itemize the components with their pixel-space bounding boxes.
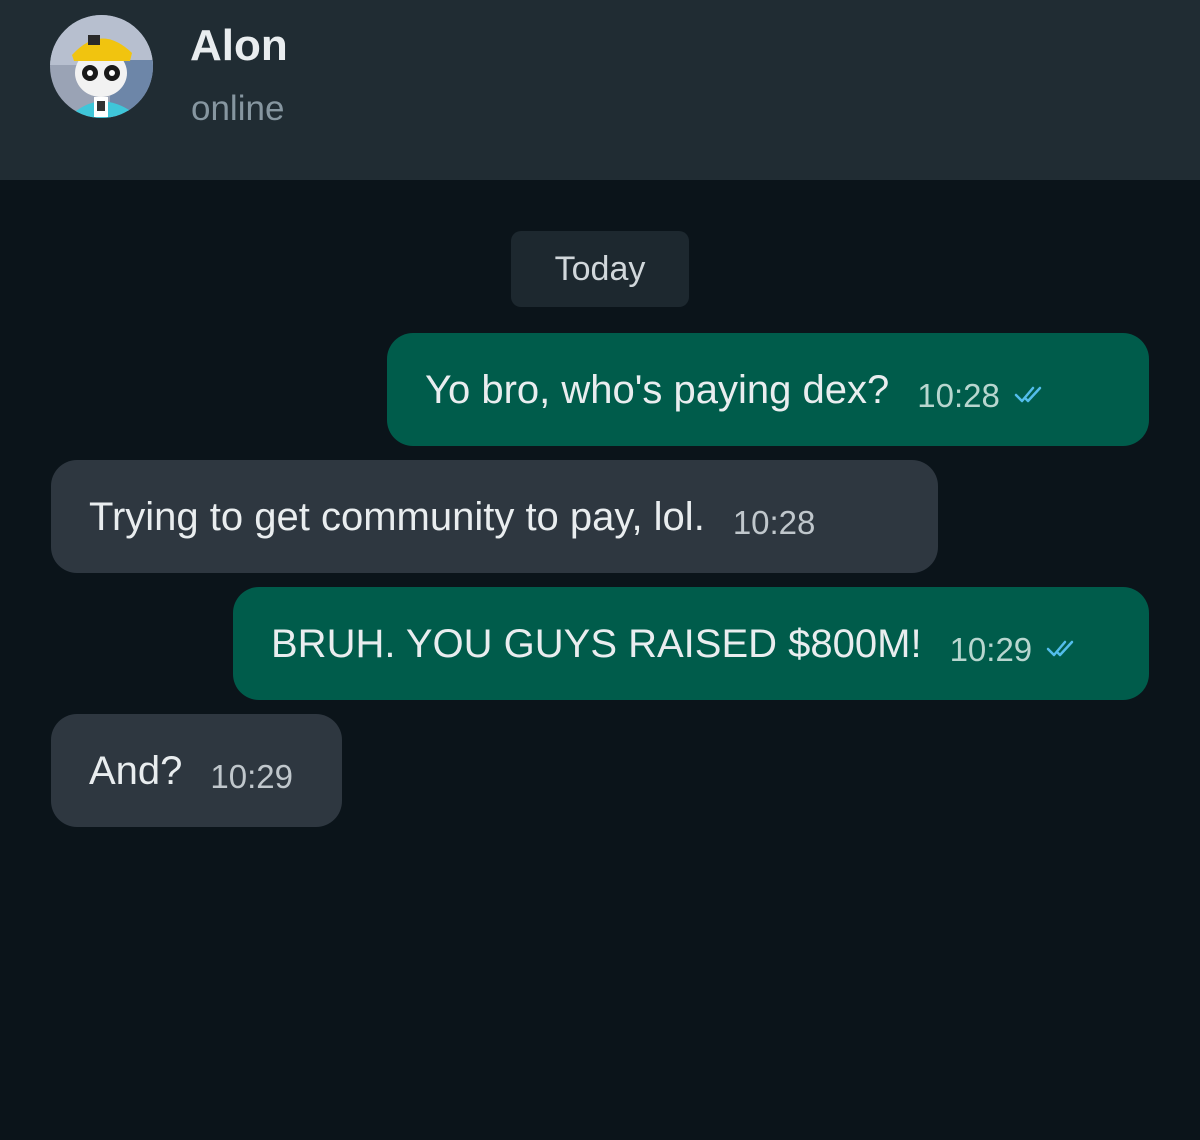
message-bubble-incoming[interactable]: Trying to get community to pay, lol. 10:… [51,460,938,573]
contact-name[interactable]: Alon [190,20,288,72]
chat-header: Alon online [0,0,1200,180]
message-time: 10:28 [917,376,1000,414]
message-time: 10:28 [732,503,816,541]
message-text: Yo bro, who's paying dex? [425,367,890,412]
double-check-icon [1014,386,1042,402]
double-check-icon [1046,640,1074,656]
message-text: And? [89,748,183,793]
avatar-image [50,15,153,118]
message-bubble-incoming[interactable]: And? 10:29 [51,714,342,827]
message-bubble-outgoing[interactable]: Yo bro, who's paying dex? 10:28 [387,333,1149,446]
message-time: 10:29 [949,630,1033,668]
message-bubble-outgoing[interactable]: BRUH. YOU GUYS RAISED $800M! 10:29 [233,587,1149,700]
message-text: Trying to get community to pay, lol. [89,494,705,539]
message-time: 10:29 [210,757,294,795]
avatar[interactable] [50,15,153,118]
date-divider: Today [511,231,689,307]
contact-status: online [191,89,285,128]
message-text: BRUH. YOU GUYS RAISED $800M! [271,621,922,666]
